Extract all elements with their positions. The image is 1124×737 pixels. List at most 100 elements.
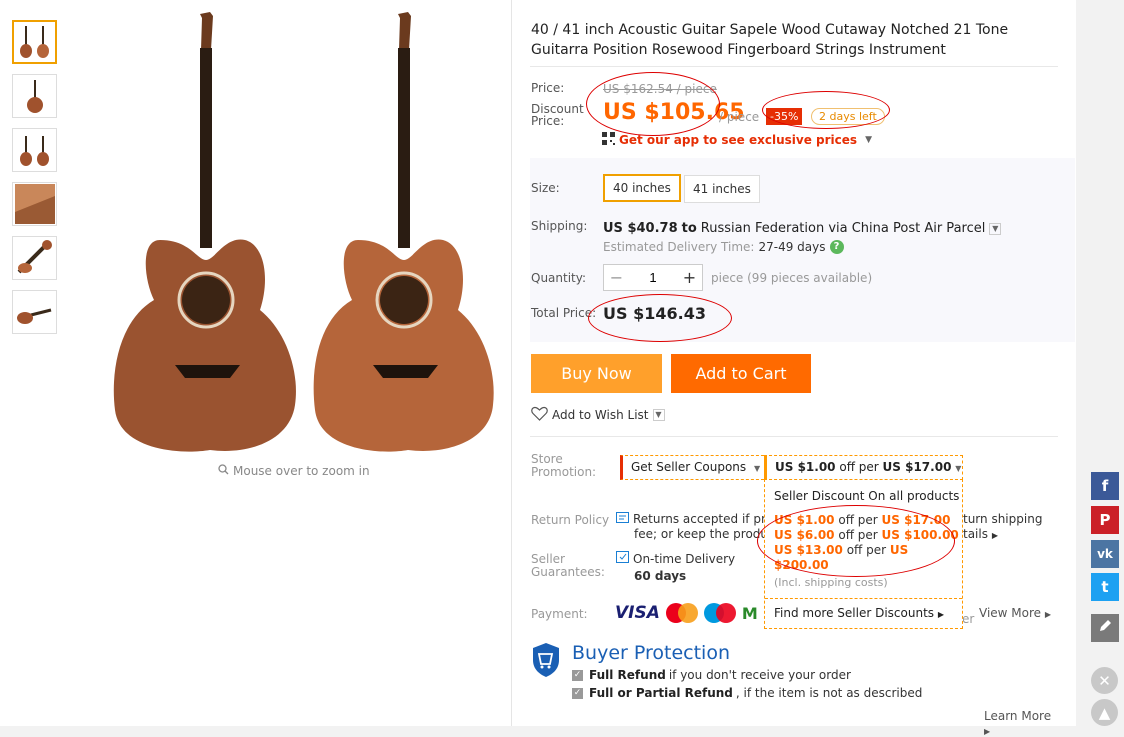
guitar-side-thumb-image [26,80,43,113]
size-option-41[interactable]: 41 inches [684,175,760,203]
clock-icon [616,551,629,567]
discount-head-mid: off per [839,460,879,474]
pinterest-icon: P [1099,511,1111,529]
size-option-40[interactable]: 40 inches [603,174,681,202]
payment-logos: VISA M [615,603,758,623]
original-price: US $162.54 / piece [603,82,717,96]
tier-2-amount: US $6.00 [774,528,835,542]
chevron-down-icon: ▼ [753,464,761,473]
add-to-cart-button[interactable]: Add to Cart [671,354,811,393]
scroll-top-button[interactable]: ▲ [1091,699,1118,726]
quantity-input[interactable] [629,270,677,285]
find-more-discounts-link[interactable]: Find more Seller Discounts ▶ [774,606,944,620]
shipping-to: to [681,221,697,236]
shipping-price: US $40.78 [603,221,678,236]
chevron-right-icon: ▶ [991,531,998,540]
store-promotion-label-2: Promotion: [531,465,597,479]
thumbnail-2[interactable] [12,74,57,118]
gallery: Mouse over to zoom in [0,0,512,726]
shipping-label: Shipping: [531,219,588,233]
return-details-link[interactable]: tails ▶ [963,527,998,543]
thumbnail-3[interactable] [12,128,57,172]
vk-share-button[interactable]: vk [1091,540,1119,568]
per-piece-label: / piece [719,110,760,124]
return-policy-label: Return Policy [531,513,610,527]
tier-3-amount: US $13.00 [774,543,843,557]
zoom-hint-text: Mouse over to zoom in [233,464,370,478]
product-page: Mouse over to zoom in 40 / 41 inch Acous… [0,0,1076,736]
add-to-wishlist-button[interactable]: Add to Wish List ▼ [531,406,665,424]
ontime-days: 60 days [634,569,687,583]
edit-button[interactable] [1091,614,1119,642]
product-title: 40 / 41 inch Acoustic Guitar Sapele Wood… [531,22,1009,58]
facebook-icon: f [1101,477,1109,495]
divider [530,436,1058,437]
help-icon[interactable]: ? [829,240,844,254]
discount-price-label-line2: Price: [531,114,565,128]
checkbox-icon: ✓ [572,687,583,699]
close-icon: ✕ [1098,671,1111,690]
vk-icon: vk [1097,547,1113,561]
tier-2-threshold: US $100.00 [881,528,959,542]
price-label: Price: [531,81,565,95]
zoom-hint: Mouse over to zoom in [218,464,370,478]
heart-icon [531,406,548,424]
tier-1-threshold: US $17.00 [881,513,951,527]
right-guitar-illustration [313,12,494,452]
thumbnail-6[interactable] [12,290,57,334]
return-text-a: Returns accepted if pro [633,512,773,526]
facebook-share-button[interactable]: f [1091,472,1119,500]
buyer-protection-line-1: ✓ Full Refund if you don't receive your … [572,668,851,682]
tier-3-threshold-1: US [889,543,909,557]
quantity-stepper: − + [603,264,703,291]
chevron-down-icon: ▼ [955,464,962,473]
maestro-logo-icon [703,603,736,623]
chevron-right-icon: ▶ [1044,610,1052,619]
get-seller-coupons-button[interactable]: Get Seller Coupons ▼ [620,455,770,480]
payment-tail: er [962,612,975,626]
view-more-link[interactable]: View More ▶ [979,606,1051,620]
get-coupons-label: Get Seller Coupons [631,460,747,474]
product-info: 40 / 41 inch Acoustic Guitar Sapele Wood… [530,0,1075,736]
delivery-time: 27-49 days [758,240,826,254]
qr-code-icon [602,132,615,148]
quantity-increase-button[interactable]: + [677,268,702,287]
tier-3-threshold-2: $200.00 [774,558,829,572]
close-button[interactable]: ✕ [1091,667,1118,694]
thumbnail-5[interactable] [12,236,57,280]
seller-discount-panel-title: Seller Discount On all products [774,489,960,503]
moneybookers-logo-icon: M [741,603,758,623]
main-product-image[interactable] [100,10,500,460]
ontime-label: On-time Delivery [633,551,736,566]
tier-3-mid: off per [846,543,887,557]
find-more-label: Find more Seller Discounts [774,606,935,620]
buy-now-button[interactable]: Buy Now [531,354,662,393]
quantity-decrease-button[interactable]: − [604,268,629,287]
pinterest-share-button[interactable]: P [1091,506,1119,534]
full-refund-label: Full Refund [589,668,666,682]
pencil-icon [1098,619,1112,637]
mastercard-logo-icon [665,603,698,623]
learn-more-link[interactable]: Learn More ▶ [984,709,1060,737]
total-price-label: Total Price: [531,306,597,320]
learn-more-label: Learn More [984,709,1052,723]
buyer-protection-title: Buyer Protection [572,642,730,664]
total-price: US $146.43 [603,304,706,323]
app-promo-link[interactable]: Get our app to see exclusive prices ▼ [602,132,872,148]
chevron-down-icon: ▼ [652,409,665,421]
discount-head-threshold: US $17.00 [882,460,952,474]
divider [530,66,1058,67]
shipping-info[interactable]: US $40.78 to Russian Federation via Chin… [603,221,1002,236]
shipping-destination: Russian Federation via China Post Air Pa… [700,221,986,236]
chevron-down-icon: ▼ [989,222,1002,235]
ontime-delivery: On-time Delivery [616,551,735,567]
discount-percent-badge: -35% [766,108,803,125]
delivery-label: Estimated Delivery Time: [603,240,755,254]
twitter-share-button[interactable]: t [1091,573,1119,601]
discount-head-amount: US $1.00 [775,460,836,474]
thumbnail-1[interactable] [12,20,57,64]
seller-discount-dropdown[interactable]: US $1.00 off per US $17.00 ▼ [764,455,963,480]
thumbnail-4[interactable] [12,182,57,226]
magnifier-icon [218,464,229,478]
chevron-right-icon: ▶ [937,610,945,619]
